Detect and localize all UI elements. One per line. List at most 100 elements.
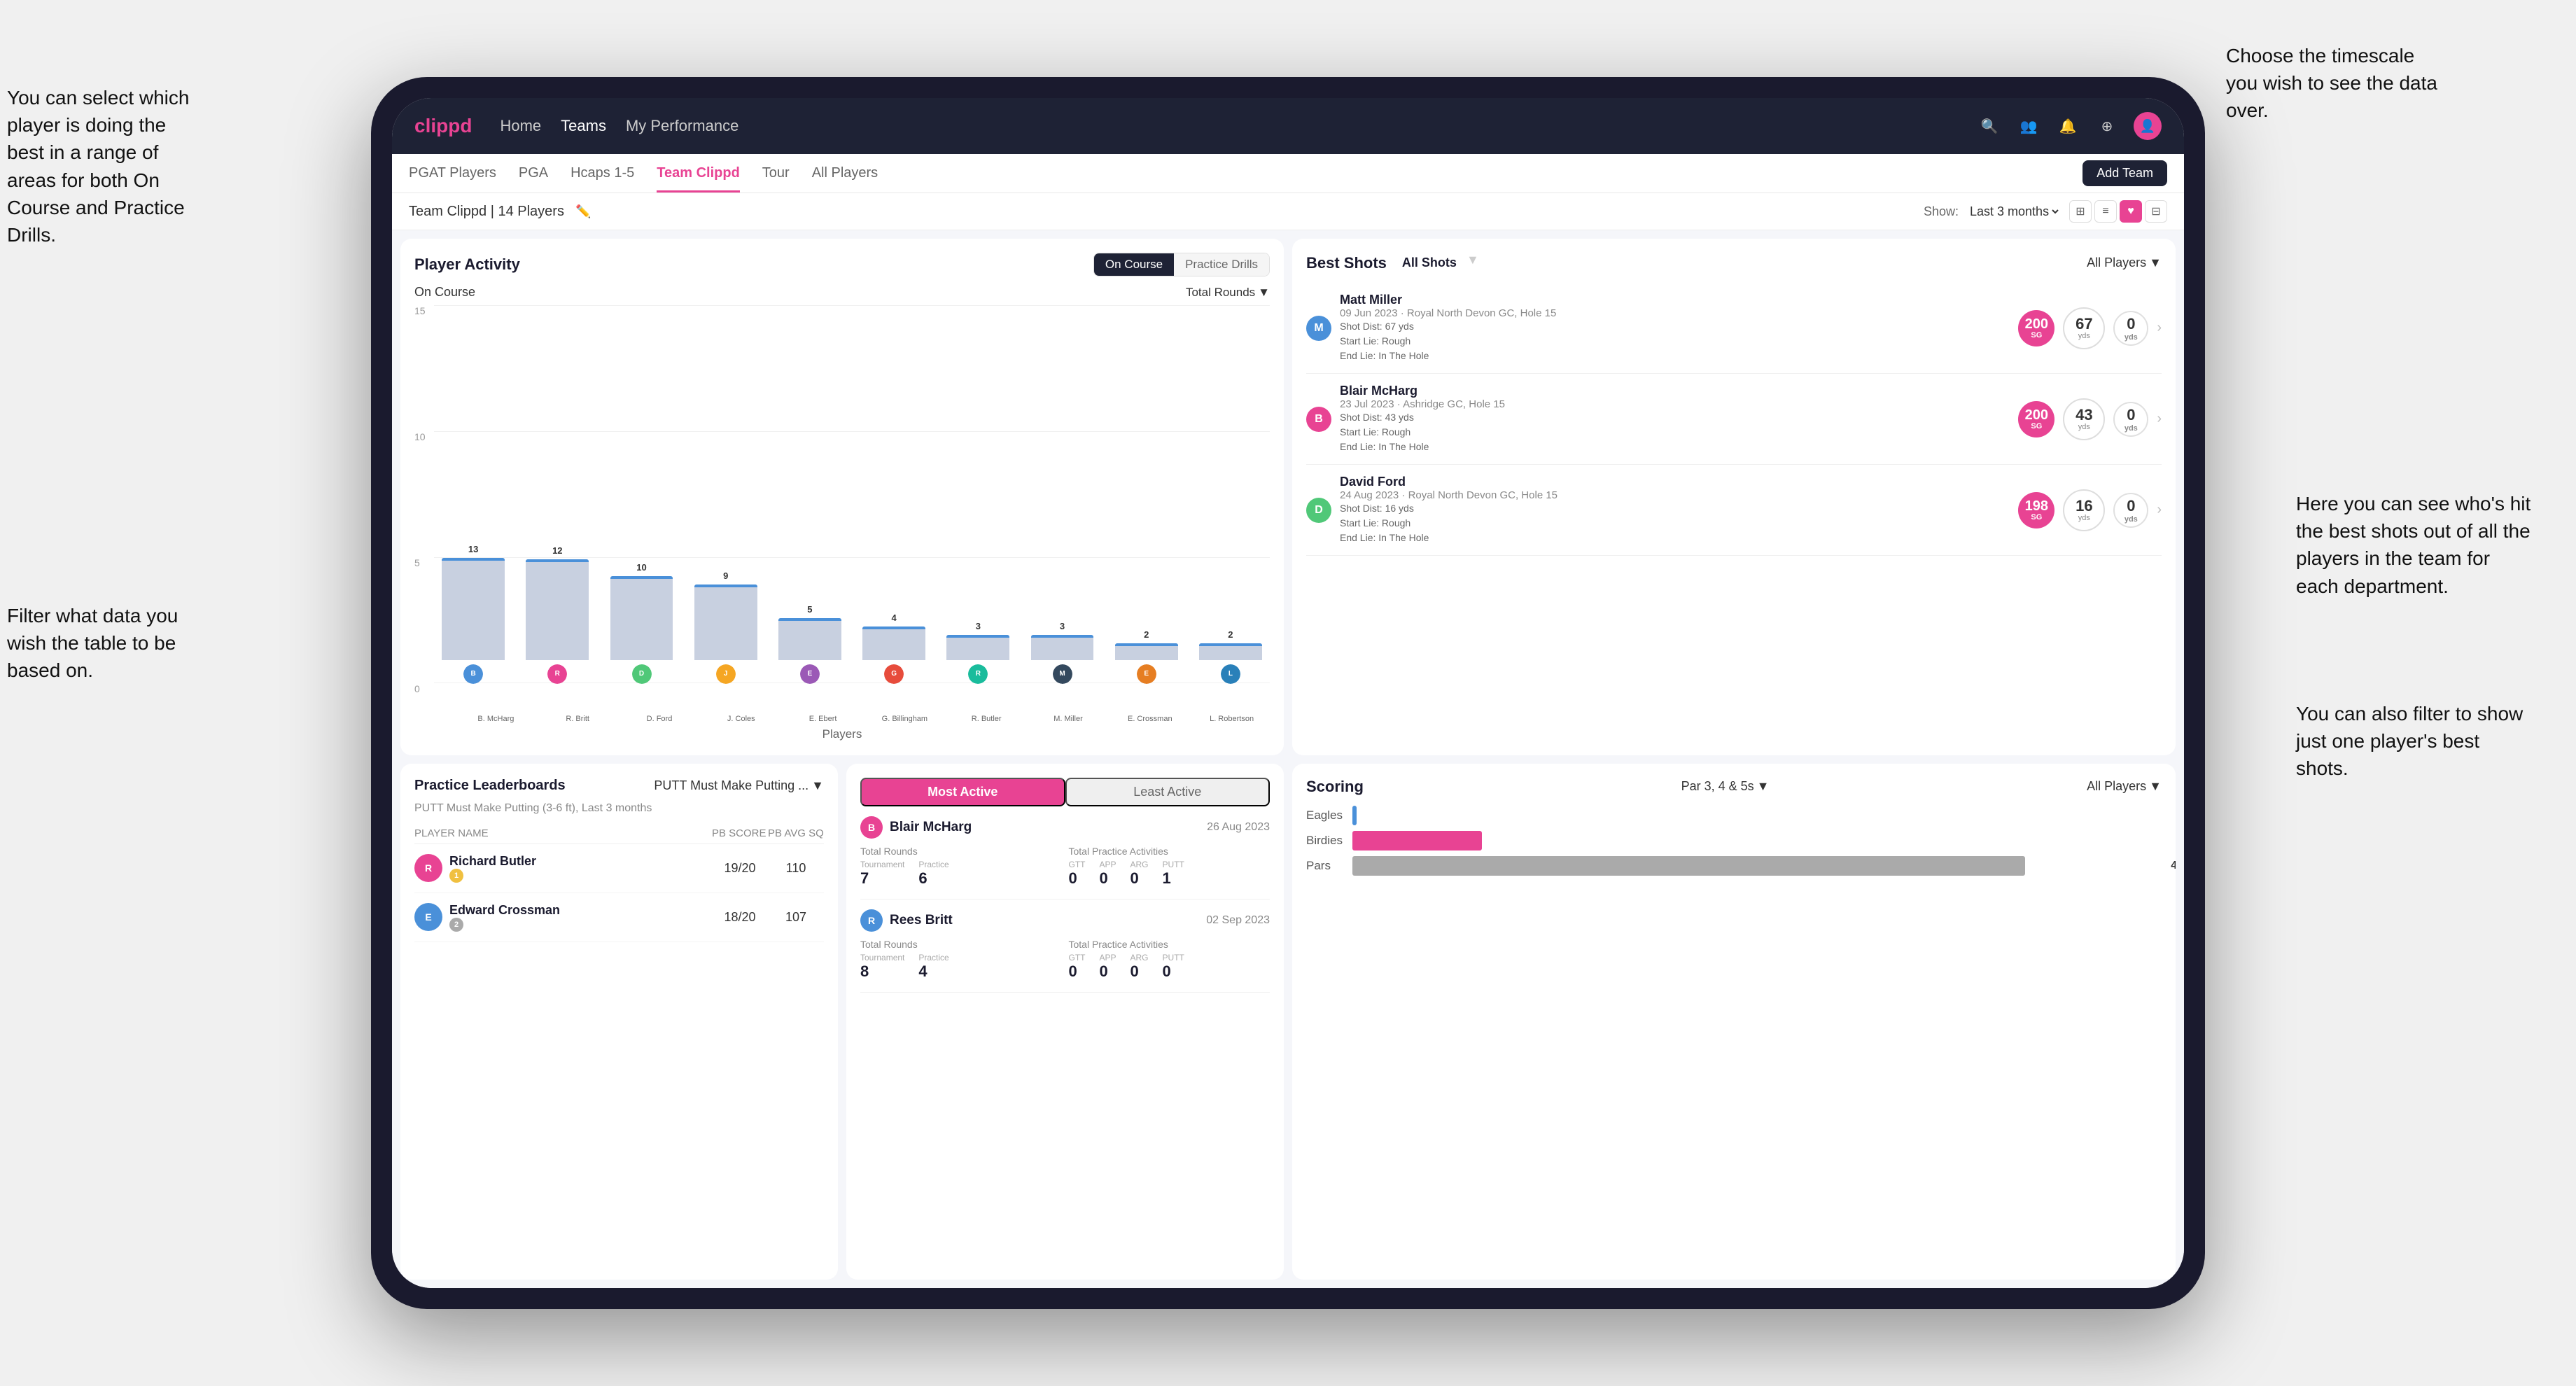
- bar-value-label-9: 2: [1228, 629, 1233, 640]
- players-filter[interactable]: All Players ▼: [2087, 255, 2162, 270]
- nav-link-performance[interactable]: My Performance: [626, 114, 738, 138]
- shot-player-info-1: Blair McHarg 23 Jul 2023 · Ashridge GC, …: [1340, 384, 2010, 454]
- bar-value-label-2: 10: [636, 562, 646, 573]
- shot-details-1: Shot Dist: 43 ydsStart Lie: RoughEnd Lie…: [1340, 410, 2010, 454]
- list-view-icon[interactable]: ≡: [2094, 200, 2117, 223]
- on-course-toggle[interactable]: On Course: [1094, 253, 1174, 276]
- stat-rounds-0: Total Rounds Tournament 7 Practice 6: [860, 846, 1062, 888]
- bar-highlight-2: [610, 576, 673, 579]
- bar-8: 2: [1115, 643, 1178, 660]
- bar-2: 10: [610, 576, 673, 660]
- lb-player-name-1: Edward Crossman: [449, 903, 560, 918]
- bar-value-label-7: 3: [1060, 621, 1065, 631]
- practice-drills-toggle[interactable]: Practice Drills: [1174, 253, 1269, 276]
- shot-badge-0: 200 SG: [2018, 310, 2054, 346]
- active-player-name-1: Rees Britt: [890, 913, 953, 928]
- sub-nav-pgat[interactable]: PGAT Players: [409, 154, 496, 192]
- bar-0: 13: [442, 558, 505, 660]
- bar-highlight-8: [1115, 643, 1178, 646]
- add-circle-icon[interactable]: ⊕: [2094, 113, 2120, 139]
- lb-player-cell-0: R Richard Butler 1: [414, 854, 712, 883]
- scoring-filter1[interactable]: Par 3, 4 & 5s ▼: [1681, 779, 1770, 794]
- leaderboard-row-0: R Richard Butler 1 19/20 110: [414, 844, 824, 893]
- bar-column-6: 3R: [939, 558, 1017, 684]
- shot-meta-2: 24 Aug 2023 · Royal North Devon GC, Hole…: [1340, 489, 2010, 501]
- stats-row-1: Total Rounds Tournament 8 Practice 4 Tot…: [860, 939, 1270, 981]
- active-player-name-0: Blair McHarg: [890, 820, 972, 835]
- bar-avatar-4: E: [800, 664, 820, 684]
- lb-player-name-0: Richard Butler: [449, 854, 536, 869]
- shot-chevron-0[interactable]: ›: [2157, 320, 2162, 336]
- bar-avatar-7: M: [1053, 664, 1072, 684]
- all-shots-tab[interactable]: All Shots: [1395, 253, 1464, 273]
- bar-1: 12: [526, 559, 589, 660]
- users-icon[interactable]: 👥: [2016, 113, 2041, 139]
- nav-link-teams[interactable]: Teams: [561, 114, 606, 138]
- drill-subtitle: PUTT Must Make Putting (3-6 ft), Last 3 …: [414, 802, 824, 815]
- bar-highlight-6: [946, 635, 1009, 638]
- bar-5: 4: [862, 626, 925, 660]
- sub-nav-right: Add Team: [2082, 160, 2167, 186]
- add-team-button[interactable]: Add Team: [2082, 160, 2167, 186]
- drill-select[interactable]: PUTT Must Make Putting ... ▼: [654, 778, 824, 793]
- score-label-0: Eagles: [1306, 808, 1345, 822]
- tablet-frame: clippd Home Teams My Performance 🔍 👥 🔔 ⊕…: [371, 77, 2205, 1309]
- bar-value-label-1: 12: [552, 545, 562, 556]
- shot-details-2: Shot Dist: 16 ydsStart Lie: RoughEnd Lie…: [1340, 501, 2010, 545]
- shot-chevron-2[interactable]: ›: [2157, 502, 2162, 518]
- time-select[interactable]: Last 3 months: [1967, 204, 2061, 219]
- sub-nav-all-players[interactable]: All Players: [812, 154, 878, 192]
- sub-nav-tour[interactable]: Tour: [762, 154, 790, 192]
- least-active-tab[interactable]: Least Active: [1065, 778, 1270, 806]
- shots-tabs: All Shots ▼: [1395, 253, 1479, 273]
- top-nav: clippd Home Teams My Performance 🔍 👥 🔔 ⊕…: [392, 98, 2184, 154]
- bar-avatar-2: D: [632, 664, 652, 684]
- chart-filter[interactable]: Total Rounds ▼: [1186, 286, 1270, 300]
- dist-badge-0: 67 yds: [2063, 307, 2105, 349]
- scoring-title: Scoring: [1306, 778, 1364, 796]
- bar-column-7: 3M: [1023, 558, 1101, 684]
- bar-chart-area: 15 10 5 0: [414, 305, 1270, 741]
- card-view-icon[interactable]: ♥: [2120, 200, 2142, 223]
- sub-nav-hcaps[interactable]: Hcaps 1-5: [570, 154, 634, 192]
- bell-icon[interactable]: 🔔: [2055, 113, 2080, 139]
- bar-highlight-7: [1031, 635, 1094, 638]
- lb-player-cell-1: E Edward Crossman 2: [414, 903, 712, 932]
- score-row-2: Pars 499: [1306, 856, 2162, 876]
- search-icon[interactable]: 🔍: [1977, 113, 2002, 139]
- active-player-avatar-1: R: [860, 909, 883, 932]
- zero-badge-1: 0 yds: [2113, 402, 2148, 437]
- score-label-1: Birdies: [1306, 834, 1345, 848]
- shot-meta-0: 09 Jun 2023 · Royal North Devon GC, Hole…: [1340, 307, 2010, 319]
- bar-highlight-3: [694, 584, 757, 587]
- active-player-block-1: R Rees Britt 02 Sep 2023 Total Rounds To…: [860, 909, 1270, 993]
- shot-chevron-1[interactable]: ›: [2157, 411, 2162, 427]
- annotation-top-right: Choose the timescale you wish to see the…: [2226, 42, 2450, 125]
- grid-view-icon[interactable]: ⊞: [2069, 200, 2092, 223]
- bars-container: 13B12R10D9J5E4G3R3M2E2L: [434, 305, 1270, 712]
- annotation-bottom-left: Filter what data you wish the table to b…: [7, 602, 203, 685]
- x-label-6: R. Butler: [948, 715, 1025, 723]
- sub-nav: PGAT Players PGA Hcaps 1-5 Team Clippd T…: [392, 154, 2184, 193]
- nav-link-home[interactable]: Home: [500, 114, 541, 138]
- active-player-block-0: B Blair McHarg 26 Aug 2023 Total Rounds …: [860, 816, 1270, 899]
- most-active-tab[interactable]: Most Active: [860, 778, 1065, 806]
- score-value-2: 499: [2171, 860, 2176, 872]
- shot-player-avatar-1: B: [1306, 407, 1331, 432]
- bar-column-3: 9J: [687, 558, 765, 684]
- leaderboard-cols: PLAYER NAME PB SCORE PB AVG SQ: [414, 823, 824, 844]
- x-label-9: L. Robertson: [1194, 715, 1270, 723]
- edit-icon[interactable]: ✏️: [575, 204, 591, 219]
- active-players-list: B Blair McHarg 26 Aug 2023 Total Rounds …: [860, 816, 1270, 1002]
- bar-highlight-4: [778, 618, 841, 621]
- sub-nav-pga[interactable]: PGA: [519, 154, 548, 192]
- leaderboard-rows: R Richard Butler 1 19/20 110 E Edward Cr…: [414, 844, 824, 942]
- user-avatar[interactable]: 👤: [2134, 112, 2162, 140]
- scoring-header: Scoring Par 3, 4 & 5s ▼ All Players ▼: [1306, 778, 2162, 796]
- table-view-icon[interactable]: ⊟: [2145, 200, 2167, 223]
- x-label-8: E. Crossman: [1112, 715, 1188, 723]
- stats-row-0: Total Rounds Tournament 7 Practice 6 Tot…: [860, 846, 1270, 888]
- sub-nav-team-clippd[interactable]: Team Clippd: [657, 154, 740, 192]
- scoring-filter2[interactable]: All Players ▼: [2087, 779, 2162, 794]
- y-axis: 15 10 5 0: [414, 305, 434, 723]
